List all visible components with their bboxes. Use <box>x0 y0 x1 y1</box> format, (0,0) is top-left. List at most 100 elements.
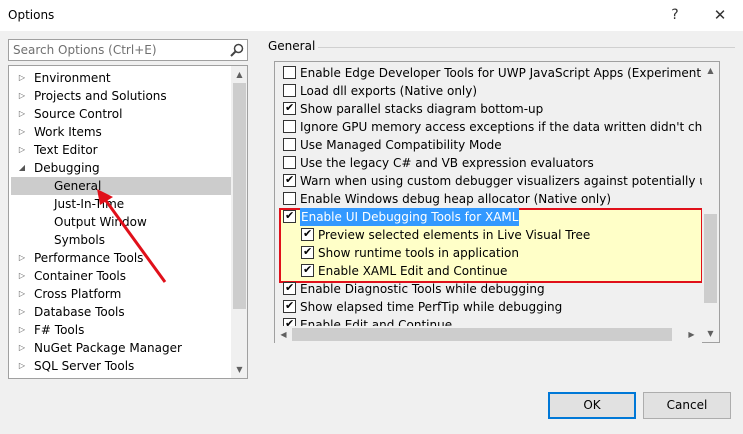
option-row[interactable]: Ignore GPU memory access exceptions if t… <box>283 118 719 136</box>
checkbox[interactable] <box>283 66 296 79</box>
tree-item-label: Text Editor <box>34 143 98 157</box>
options-hscroll-thumb[interactable] <box>292 328 672 341</box>
option-row[interactable]: Enable Windows debug heap allocator (Nat… <box>283 190 713 208</box>
tree-item-label: NuGet Package Manager <box>34 341 182 355</box>
expand-arrow-icon[interactable]: ▷ <box>17 249 27 267</box>
checkbox[interactable]: ✔ <box>301 263 314 277</box>
option-row[interactable]: ✔ Show parallel stacks diagram bottom-up <box>283 100 713 118</box>
expand-arrow-icon[interactable]: ▷ <box>17 303 27 321</box>
option-row[interactable]: ✔ Show elapsed time PerfTip while debuggi… <box>283 298 713 316</box>
tree-item-container-tools[interactable]: ▷ Container Tools <box>9 267 231 285</box>
checkbox[interactable] <box>283 192 296 205</box>
expand-arrow-icon[interactable]: ▷ <box>17 87 27 105</box>
cancel-button[interactable]: Cancel <box>643 392 731 419</box>
tree-item-text-editor[interactable]: ▷ Text Editor <box>9 141 231 159</box>
scroll-down-arrow-icon[interactable]: ▼ <box>231 361 247 378</box>
expand-arrow-icon[interactable]: ▷ <box>17 123 27 141</box>
tree-item-f-tools[interactable]: ▷ F# Tools <box>9 321 231 339</box>
checkbox[interactable]: ✔ <box>283 209 296 223</box>
tree-item-label: Database Tools <box>34 305 125 319</box>
expand-arrow-icon[interactable]: ▷ <box>17 339 27 357</box>
options-scroll-thumb[interactable] <box>704 214 717 303</box>
option-label: Show elapsed time PerfTip while debuggin… <box>300 300 563 314</box>
checkbox[interactable]: ✔ <box>283 281 296 295</box>
expand-arrow-icon[interactable]: ▷ <box>17 285 27 303</box>
options-tree: ▷ Environment ▷ Projects and Solutions ▷ Sour… <box>8 65 248 379</box>
tree-item-projects-and-solutions[interactable]: ▷ Projects and Solutions <box>9 87 231 105</box>
tree-item-just-in-time[interactable]: Just-In-Time <box>9 195 231 213</box>
tree-item-general[interactable]: General <box>11 177 231 195</box>
option-row[interactable]: ✔ Enable XAML Edit and Continue <box>301 262 713 280</box>
option-row[interactable]: Enable Edge Developer Tools for UWP Java… <box>283 64 716 82</box>
option-row[interactable]: Load dll exports (Native only) <box>283 82 713 100</box>
expand-arrow-icon[interactable]: ▷ <box>17 141 27 159</box>
options-hscrollbar[interactable]: ◀ ▶ <box>275 326 702 343</box>
tree-item-source-control[interactable]: ▷ Source Control <box>9 105 231 123</box>
checkmark-icon: ✔ <box>285 281 295 294</box>
tree-item-label: F# Tools <box>34 323 85 337</box>
checkmark-icon: ✔ <box>303 245 313 258</box>
group-divider <box>318 47 735 48</box>
tree-item-output-window[interactable]: Output Window <box>9 213 231 231</box>
checkbox[interactable] <box>283 120 296 133</box>
tree-item-work-items[interactable]: ▷ Work Items <box>9 123 231 141</box>
tree-item-cross-platform[interactable]: ▷ Cross Platform <box>9 285 231 303</box>
checkmark-icon: ✔ <box>285 209 295 222</box>
tree-item-nuget-package-manager[interactable]: ▷ NuGet Package Manager <box>9 339 231 357</box>
tree-scrollbar[interactable]: ▲ ▼ <box>231 66 247 378</box>
checkbox[interactable]: ✔ <box>301 227 314 241</box>
tree-scroll-thumb[interactable] <box>233 83 246 309</box>
checkmark-icon: ✔ <box>285 299 295 312</box>
checkbox[interactable]: ✔ <box>283 299 296 313</box>
option-label: Show parallel stacks diagram bottom-up <box>300 102 544 116</box>
option-label: Load dll exports (Native only) <box>300 84 478 98</box>
scroll-down-arrow-icon[interactable]: ▼ <box>702 325 719 342</box>
window-title: Options <box>8 8 55 22</box>
tree-item-label: General <box>54 179 102 193</box>
option-row[interactable]: Use the legacy C# and VB expression eval… <box>283 154 713 172</box>
tree-item-debugging[interactable]: ◢ Debugging <box>9 159 231 177</box>
tree-item-label: Output Window <box>54 215 147 229</box>
tree-item-sql-server-tools[interactable]: ▷ SQL Server Tools <box>9 357 231 375</box>
expand-arrow-icon[interactable]: ▷ <box>17 267 27 285</box>
option-label: Use Managed Compatibility Mode <box>300 138 502 152</box>
tree-item-label: Environment <box>34 71 111 85</box>
checkbox[interactable]: ✔ <box>283 101 296 115</box>
option-row[interactable]: ✔ Preview selected elements in Live Visua… <box>301 226 713 244</box>
checkbox[interactable] <box>283 138 296 151</box>
option-row[interactable]: Use Managed Compatibility Mode <box>283 136 713 154</box>
tree-item-symbols[interactable]: Symbols <box>9 231 231 249</box>
help-button[interactable]: ? <box>652 0 698 31</box>
option-row[interactable]: ✔ Warn when using custom debugger visuali… <box>283 172 719 190</box>
checkbox[interactable]: ✔ <box>301 245 314 259</box>
search-box[interactable]: Search Options (Ctrl+E) <box>8 39 248 61</box>
option-row[interactable]: ✔ Show runtime tools in application <box>301 244 713 262</box>
tree-item-performance-tools[interactable]: ▷ Performance Tools <box>9 249 231 267</box>
search-icon[interactable] <box>229 42 245 58</box>
close-button[interactable]: ✕ <box>697 0 743 31</box>
checkbox[interactable]: ✔ <box>283 173 296 187</box>
scroll-up-arrow-icon[interactable]: ▲ <box>231 66 247 83</box>
search-input[interactable]: Search Options (Ctrl+E) <box>13 43 157 57</box>
option-row[interactable]: ✔ Enable UI Debugging Tools for XAML <box>283 208 713 226</box>
expand-arrow-icon[interactable]: ▷ <box>17 69 27 87</box>
options-scrollbar[interactable]: ▲ ▼ <box>702 62 719 342</box>
scroll-up-arrow-icon[interactable]: ▲ <box>702 62 719 79</box>
tree-item-label: Performance Tools <box>34 251 144 265</box>
checkmark-icon: ✔ <box>303 227 313 240</box>
tree-item-environment[interactable]: ▷ Environment <box>9 69 231 87</box>
expand-arrow-icon[interactable]: ▷ <box>17 357 27 375</box>
expand-arrow-icon[interactable]: ▷ <box>17 321 27 339</box>
scroll-left-arrow-icon[interactable]: ◀ <box>275 326 292 343</box>
option-label: Preview selected elements in Live Visual… <box>318 228 591 242</box>
collapse-arrow-icon[interactable]: ◢ <box>17 159 27 177</box>
scroll-right-arrow-icon[interactable]: ▶ <box>683 326 700 343</box>
options-list: Enable Edge Developer Tools for UWP Java… <box>274 61 720 343</box>
checkbox[interactable] <box>283 156 296 169</box>
tree-item-database-tools[interactable]: ▷ Database Tools <box>9 303 231 321</box>
ok-button[interactable]: OK <box>548 392 636 419</box>
expand-arrow-icon[interactable]: ▷ <box>17 105 27 123</box>
checkbox[interactable] <box>283 84 296 97</box>
option-row[interactable]: ✔ Enable Diagnostic Tools while debugging <box>283 280 713 298</box>
option-label: Ignore GPU memory access exceptions if t… <box>300 120 720 134</box>
